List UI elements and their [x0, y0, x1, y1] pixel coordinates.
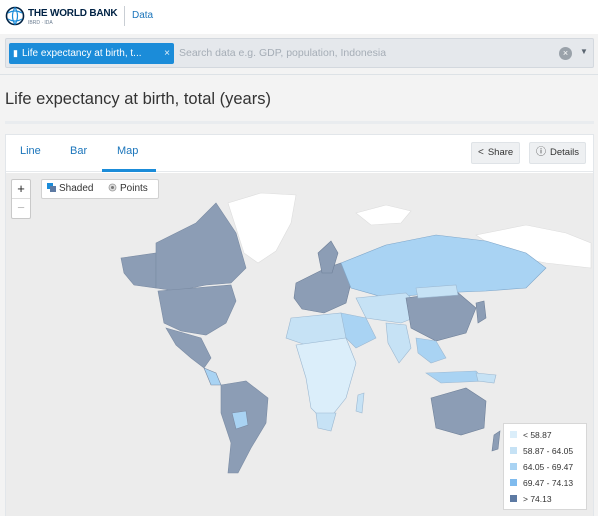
usa-shape	[157, 284, 237, 336]
header-divider	[124, 6, 125, 26]
shaded-map-icon	[47, 183, 56, 192]
new-zealand-shape	[491, 430, 501, 452]
tab-active-indicator	[102, 169, 156, 172]
tab-bar[interactable]: Bar	[70, 145, 87, 157]
zoom-out-button[interactable]: −	[12, 199, 30, 218]
australia-shape	[430, 387, 487, 436]
dropdown-caret-icon[interactable]: ▼	[580, 47, 588, 56]
selected-indicator-chip[interactable]: ▮ Life expectancy at birth, t... ×	[9, 43, 174, 64]
page-title: Life expectancy at birth, total (years)	[5, 90, 271, 108]
details-button[interactable]: ⓘ Details	[529, 142, 587, 164]
zoom-control: + −	[11, 179, 31, 219]
legend-label: 64.05 - 69.47	[523, 462, 574, 472]
search-area: ▮ Life expectancy at birth, t... × Search…	[0, 34, 598, 74]
search-box[interactable]: ▮ Life expectancy at birth, t... × Search…	[5, 38, 594, 68]
madagascar-shape	[355, 392, 365, 414]
sub-saharan-africa-shape	[295, 337, 357, 424]
title-divider	[5, 121, 594, 124]
points-option[interactable]: Points	[108, 183, 148, 194]
share-icon: <	[478, 147, 484, 158]
arctic-islands-shape	[355, 204, 412, 226]
map-mode-toggle: Shaded Points	[41, 179, 159, 199]
share-label: Share	[487, 147, 514, 158]
brand-subtitle: IBRD · IDA	[28, 20, 53, 26]
details-label: Details	[550, 147, 580, 158]
chip-label: Life expectancy at birth, t...	[22, 48, 142, 59]
shaded-label: Shaded	[59, 183, 94, 194]
shaded-option[interactable]: Shaded	[47, 183, 93, 194]
info-icon: ⓘ	[536, 147, 546, 158]
top-bar: THE WORLD BANK IBRD · IDA Data	[0, 0, 598, 34]
bar-chart-icon: ▮	[13, 48, 18, 58]
legend-swatch	[510, 479, 517, 486]
clear-search-icon[interactable]: ×	[559, 47, 572, 60]
map-legend: < 58.87 58.87 - 64.05 64.05 - 69.47 69.4…	[503, 423, 587, 510]
legend-item: 69.47 - 74.13	[510, 477, 573, 489]
brand-name[interactable]: THE WORLD BANK	[28, 8, 118, 19]
legend-label: 69.47 - 74.13	[523, 478, 574, 488]
legend-swatch	[510, 495, 517, 502]
world-map[interactable]: + − Shaded Points < 58.87 58.87 - 64.05 …	[6, 173, 593, 516]
alaska-shape	[120, 252, 157, 289]
legend-item: 64.05 - 69.47	[510, 461, 573, 473]
south-africa-shape	[315, 412, 337, 432]
legend-label: < 58.87	[523, 430, 552, 440]
legend-item: 58.87 - 64.05	[510, 445, 573, 457]
legend-item: > 74.13	[510, 493, 552, 505]
legend-label: 58.87 - 64.05	[523, 446, 574, 456]
legend-swatch	[510, 431, 517, 438]
share-button[interactable]: < Share	[471, 142, 521, 164]
legend-swatch	[510, 447, 517, 454]
legend-item: < 58.87	[510, 429, 552, 441]
points-label: Points	[120, 183, 148, 194]
south-america-shape	[220, 380, 269, 474]
search-input[interactable]: Search data e.g. GDP, population, Indone…	[179, 47, 386, 59]
southeast-asia-shape	[415, 337, 447, 364]
india-shape	[385, 322, 412, 364]
china-shape	[405, 290, 477, 342]
header-separator	[0, 74, 598, 75]
chip-close-icon[interactable]: ×	[164, 43, 170, 64]
chart-panel: Line Bar Map < Share ⓘ Details + − Shade…	[5, 134, 594, 516]
tab-map[interactable]: Map	[117, 145, 138, 157]
zoom-in-button[interactable]: +	[12, 180, 30, 199]
legend-swatch	[510, 463, 517, 470]
legend-label: > 74.13	[523, 494, 552, 504]
central-america-shape	[203, 367, 222, 386]
chart-tabs: Line Bar Map < Share ⓘ Details	[6, 135, 593, 172]
nav-data-link[interactable]: Data	[132, 10, 153, 21]
world-bank-globe-icon[interactable]	[5, 6, 25, 26]
points-radio-icon	[108, 183, 117, 192]
tab-line[interactable]: Line	[20, 145, 41, 157]
japan-shape	[475, 300, 487, 324]
